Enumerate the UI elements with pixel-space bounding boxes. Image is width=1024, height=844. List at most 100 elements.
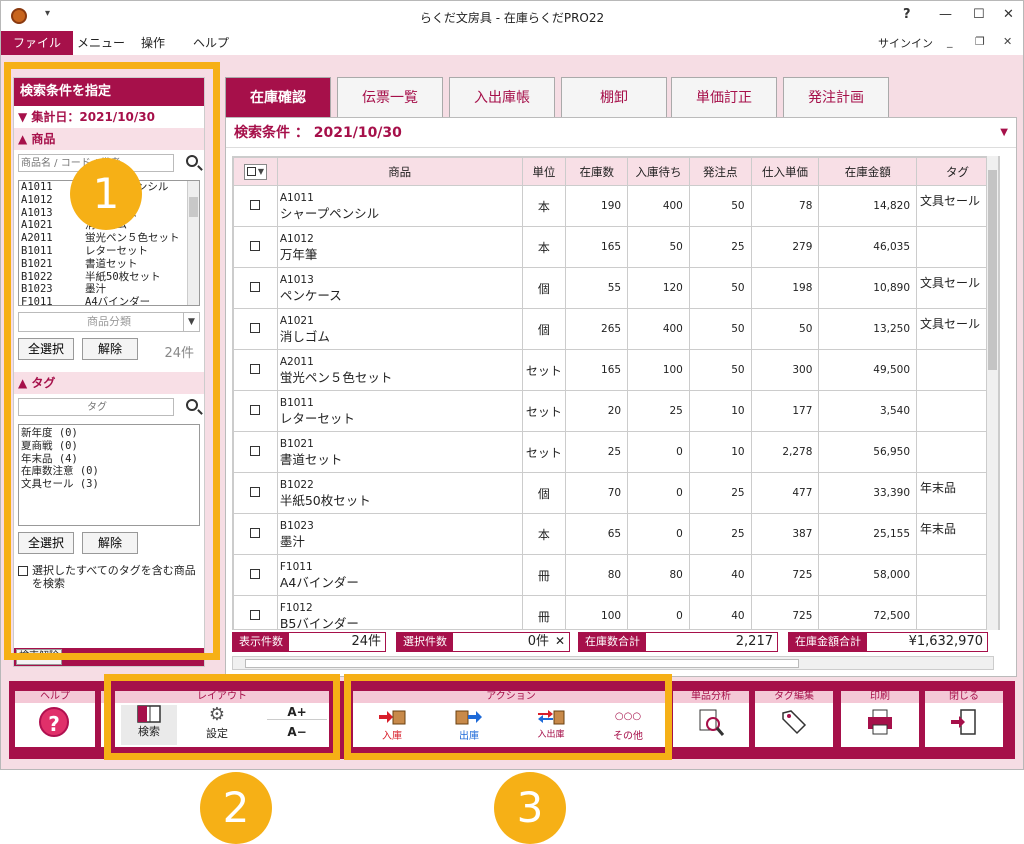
product-cell[interactable]: A1012 万年筆 [276, 226, 523, 268]
header-unit-price[interactable]: 仕入単価 [750, 157, 820, 186]
table-row[interactable]: A1012 万年筆 本 165 50 25 279 46,035 [233, 226, 999, 268]
header-product[interactable]: 商品 [276, 157, 523, 186]
tab-inventory[interactable]: 棚卸 [561, 77, 667, 117]
header-incoming[interactable]: 入庫待ち [627, 157, 690, 186]
table-row[interactable]: F1012 B5バインダー 冊 100 0 40 725 72,500 [233, 595, 999, 629]
row-checkbox[interactable] [250, 527, 261, 538]
table-row[interactable]: A1011 シャープペンシル本 190 400 50 78 14,820 文具セール [233, 185, 999, 227]
help-button[interactable]: ? [39, 707, 69, 737]
product-cell[interactable]: A1011 シャープペンシル [276, 185, 523, 227]
row-select-cell[interactable] [233, 267, 278, 309]
menu-file[interactable]: ファイル [1, 31, 74, 55]
header-checkbox[interactable] [246, 167, 256, 176]
product-cell[interactable]: B1022 半紙50枚セット [276, 472, 523, 514]
row-checkbox[interactable] [250, 568, 261, 579]
product-name: A4バインダー [279, 575, 359, 590]
item-analysis-group: 単品分析 [673, 691, 749, 747]
header-select-cell[interactable]: ▼ [233, 157, 278, 186]
mdi-restore-icon[interactable]: ❐ [975, 35, 985, 48]
search-condition-bar[interactable]: 検索条件 ： 2021/10/30 ▼ [226, 118, 1016, 148]
exit-door-icon [951, 709, 976, 735]
row-checkbox[interactable] [250, 404, 261, 415]
menu-operation[interactable]: 操作 [129, 31, 177, 55]
row-select-cell[interactable] [233, 308, 278, 350]
header-unit[interactable]: 単位 [521, 157, 567, 186]
minimize-icon[interactable]: — [939, 7, 952, 22]
product-cell[interactable]: F1011 A4バインダー [276, 554, 523, 596]
tag-icon [782, 710, 807, 735]
product-cell[interactable]: B1023 墨汁 [276, 513, 523, 555]
help-question-icon[interactable]: ? [903, 7, 911, 22]
close-group: 閉じる [925, 691, 1003, 747]
row-checkbox[interactable] [250, 609, 261, 620]
header-stock-amount[interactable]: 在庫金額 [818, 157, 918, 186]
amount-cell: 72,500 [818, 595, 918, 629]
row-checkbox[interactable] [250, 322, 261, 333]
print-button[interactable] [865, 707, 895, 737]
row-checkbox[interactable] [250, 486, 261, 497]
table-row[interactable]: B1011 レターセット セット 20 25 10 177 3,540 [233, 390, 999, 432]
row-select-cell[interactable] [233, 554, 278, 596]
signin-link[interactable]: サインイン [878, 35, 933, 51]
table-row[interactable]: B1023 墨汁本 65 0 25 387 25,155 年末品 [233, 513, 999, 555]
row-checkbox[interactable] [250, 281, 261, 292]
stock-total-label: 在庫数合計 [579, 633, 646, 651]
table-vertical-scrollbar[interactable] [986, 156, 998, 630]
row-select-cell[interactable] [233, 390, 278, 432]
table-row[interactable]: B1021 書道セット セット 25 0 10 2,278 56,950 [233, 431, 999, 473]
mdi-close-icon[interactable]: ✕ [1003, 35, 1012, 48]
row-select-cell[interactable] [233, 513, 278, 555]
product-cell[interactable]: F1012 B5バインダー [276, 595, 523, 629]
product-name: 蛍光ペン５色セット [279, 370, 393, 385]
table-row[interactable]: A1021 消しゴム個 265 400 50 50 13,250 文具セール [233, 308, 999, 350]
reorder-cell: 10 [688, 431, 752, 473]
header-stock[interactable]: 在庫数 [565, 157, 629, 186]
close-icon[interactable]: ✕ [1003, 7, 1014, 22]
tag-edit-button[interactable] [779, 707, 809, 737]
table-row[interactable]: A2011 蛍光ペン５色セット セット 165 100 50 300 49,500 [233, 349, 999, 391]
clear-selection-icon[interactable]: ✕ [555, 634, 565, 648]
select-all-rows-toggle[interactable]: ▼ [243, 163, 267, 180]
product-cell[interactable]: A1013 ペンケース [276, 267, 523, 309]
tab-in-out-ledger[interactable]: 入出庫帳 [449, 77, 555, 117]
row-checkbox[interactable] [250, 240, 261, 251]
tab-price-correction[interactable]: 単価訂正 [671, 77, 777, 117]
table-horizontal-scrollbar[interactable] [232, 656, 994, 670]
search-condition-text: 検索条件 ： 2021/10/30 [234, 125, 402, 141]
row-select-cell[interactable] [233, 349, 278, 391]
product-cell[interactable]: B1011 レターセット [276, 390, 523, 432]
incoming-cell: 50 [627, 226, 690, 268]
row-select-cell[interactable] [233, 226, 278, 268]
content-panel: 検索条件 ： 2021/10/30 ▼ ▼ 商品 単位 在庫数 入庫待ち 発注点… [225, 117, 1017, 677]
amount-total-stat: 在庫金額合計 ¥1,632,970 [788, 632, 988, 652]
row-select-cell[interactable] [233, 431, 278, 473]
row-select-cell[interactable] [233, 595, 278, 629]
row-select-cell[interactable] [233, 185, 278, 227]
amount-total-label: 在庫金額合計 [789, 633, 867, 651]
row-select-cell[interactable] [233, 472, 278, 514]
product-cell[interactable]: A1021 消しゴム [276, 308, 523, 350]
header-reorder-point[interactable]: 発注点 [688, 157, 752, 186]
close-button[interactable] [949, 707, 979, 737]
menu-menu[interactable]: メニュー [65, 31, 137, 55]
condition-dropdown-icon[interactable]: ▼ [1000, 118, 1008, 148]
stock-cell: 25 [565, 431, 629, 473]
maximize-icon[interactable]: ☐ [973, 7, 985, 22]
tab-stock-check[interactable]: 在庫確認 [225, 77, 331, 117]
tab-order-plan[interactable]: 発注計画 [783, 77, 889, 117]
item-analysis-button[interactable] [697, 707, 725, 737]
table-row[interactable]: F1011 A4バインダー冊 80 80 40 725 58,000 [233, 554, 999, 596]
product-cell[interactable]: B1021 書道セット [276, 431, 523, 473]
tab-slip-list[interactable]: 伝票一覧 [337, 77, 443, 117]
price-cell: 198 [750, 267, 820, 309]
table-row[interactable]: B1022 半紙50枚セット個 70 0 25 477 33,390 年末品 [233, 472, 999, 514]
product-cell[interactable]: A2011 蛍光ペン５色セット [276, 349, 523, 391]
caret-down-icon[interactable]: ▼ [258, 167, 264, 176]
row-checkbox[interactable] [250, 445, 261, 456]
reorder-cell: 50 [688, 349, 752, 391]
table-row[interactable]: A1013 ペンケース個 55 120 50 198 10,890 文具セール [233, 267, 999, 309]
menu-help[interactable]: ヘルプ [181, 31, 241, 55]
mdi-minimize-icon[interactable]: _ [947, 35, 953, 48]
row-checkbox[interactable] [250, 363, 261, 374]
row-checkbox[interactable] [250, 199, 261, 210]
